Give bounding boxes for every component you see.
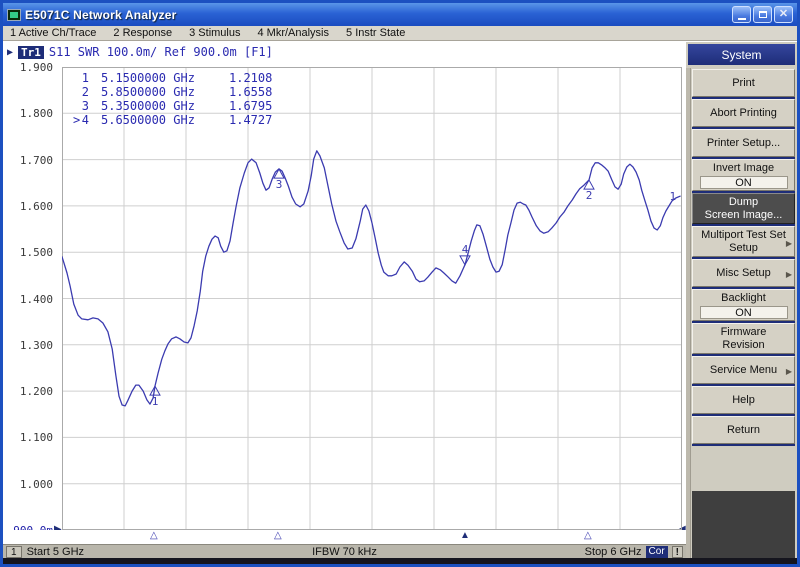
softkey-help[interactable]: Help — [692, 386, 795, 414]
marker-select-indicator — [73, 71, 81, 85]
restore-icon — [759, 11, 767, 18]
menu-instr-state[interactable]: 5 Instr State — [346, 27, 405, 39]
softkey-dump-screen-image[interactable]: Dump Screen Image... — [692, 193, 795, 224]
correction-badge: Cor — [646, 546, 668, 558]
ifbw-readout: IFBW 70 kHz — [3, 546, 686, 558]
marker-number-label: 3 — [276, 178, 283, 191]
submenu-arrow-icon: ▶ — [786, 365, 792, 378]
minimize-button[interactable] — [732, 6, 751, 23]
softkey-print[interactable]: Print — [692, 69, 795, 97]
active-trace-arrow-icon: ▶ — [7, 47, 13, 58]
window-title: E5071C Network Analyzer — [25, 8, 730, 22]
marker-row: >4 5.6500000 GHz 1.4727 — [73, 113, 272, 127]
softkey-abort-printing[interactable]: Abort Printing — [692, 99, 795, 127]
marker-value: 1.2108 — [229, 71, 272, 85]
y-axis-label: 1.200 — [3, 385, 53, 398]
softkey-misc-setup[interactable]: Misc Setup ▶ — [692, 259, 795, 287]
y-axis-label: 1.700 — [3, 154, 53, 167]
close-icon: ✕ — [779, 9, 788, 20]
marker-row: 1 5.1500000 GHz 1.2108 — [73, 71, 272, 85]
marker-frequency: 5.3500000 GHz — [101, 99, 217, 113]
y-axis-label: 1.400 — [3, 293, 53, 306]
instrument-screen: ▶ Tr1 S11 SWR 100.0m/ Ref 900.0m [F1] 1.… — [3, 42, 686, 558]
trace-badge[interactable]: Tr1 — [18, 46, 44, 59]
statusbar: 1 Start 5 GHz IFBW 70 kHz Stop 6 GHz Cor… — [3, 544, 686, 558]
marker-number-label: 1 — [152, 395, 159, 408]
marker-select-indicator — [73, 99, 81, 113]
softkey-value-box: ON — [700, 176, 788, 189]
marker-frequency: 5.8500000 GHz — [101, 85, 217, 99]
softkey-value-box: ON — [700, 306, 788, 319]
y-axis-label: 1.800 — [3, 107, 53, 120]
softkey-invert-image[interactable]: Invert Image ON — [692, 159, 795, 191]
marker-row: 2 5.8500000 GHz 1.6558 — [73, 85, 272, 99]
marker-number-label: 4 — [462, 243, 469, 256]
y-axis-label: 1.600 — [3, 200, 53, 213]
y-axis-label: 1.000 — [3, 478, 53, 491]
marker-value: 1.4727 — [229, 113, 272, 127]
marker-row: 3 5.3500000 GHz 1.6795 — [73, 99, 272, 113]
softkey-multiport-test-set-setup[interactable]: Multiport Test Set Setup ▶ — [692, 226, 795, 257]
y-axis-label: 1.900 — [3, 61, 53, 74]
softkey-list: Print Abort Printing Printer Setup... In… — [692, 69, 795, 446]
marker-select-indicator — [73, 85, 81, 99]
menu-stimulus[interactable]: 3 Stimulus — [189, 27, 240, 39]
marker-frequency: 5.6500000 GHz — [101, 113, 217, 127]
minimize-icon — [738, 18, 746, 20]
softkey-backlight[interactable]: Backlight ON — [692, 289, 795, 321]
trace-end-label: 1 — [670, 190, 677, 203]
marker-icon — [584, 180, 594, 189]
softkey-empty-area — [692, 491, 795, 564]
marker-readout-table: 1 5.1500000 GHz 1.2108 2 5.8500000 GHz 1.655… — [73, 71, 272, 127]
softkey-panel: System Print Abort Printing Printer Setu… — [686, 42, 797, 564]
marker-frequency: 5.1500000 GHz — [101, 71, 217, 85]
y-axis-label: 1.100 — [3, 431, 53, 444]
restore-button[interactable] — [753, 6, 772, 23]
trace-status-text: S11 SWR 100.0m/ Ref 900.0m [F1] — [49, 45, 273, 59]
marker-value: 1.6795 — [229, 99, 272, 113]
marker-number-label: 2 — [586, 189, 593, 202]
stop-frequency: Stop 6 GHz — [585, 546, 642, 558]
y-axis-label: 1.500 — [3, 246, 53, 259]
menu-mkr-analysis[interactable]: 4 Mkr/Analysis — [257, 27, 329, 39]
marker-tick-icon: △ — [150, 531, 158, 541]
softkey-return[interactable]: Return — [692, 416, 795, 444]
marker-number: 2 — [81, 85, 89, 99]
marker-number: 3 — [81, 99, 89, 113]
bottom-bezel — [3, 558, 797, 564]
marker-number: 4 — [81, 113, 89, 127]
swr-trace-plot: 12341 — [62, 67, 682, 530]
marker-number: 1 — [81, 71, 89, 85]
marker-value: 1.6558 — [229, 85, 272, 99]
app-window: E5071C Network Analyzer ✕ 1 Active Ch/Tr… — [0, 0, 800, 567]
active-marker-tick-icon: ▲ — [460, 531, 470, 541]
marker-select-indicator: > — [73, 113, 81, 127]
softkey-scroll-rail[interactable] — [686, 68, 691, 564]
close-button[interactable]: ✕ — [774, 6, 793, 23]
y-axis-label: 1.300 — [3, 339, 53, 352]
menu-active-ch-trace[interactable]: 1 Active Ch/Trace — [10, 27, 96, 39]
marker-tick-icon: △ — [274, 531, 282, 541]
menubar: 1 Active Ch/Trace 2 Response 3 Stimulus … — [3, 26, 797, 41]
channel-indicator: 1 — [6, 546, 22, 558]
softkey-menu-title: System — [688, 44, 795, 65]
menu-response[interactable]: 2 Response — [113, 27, 172, 39]
softkey-printer-setup[interactable]: Printer Setup... — [692, 129, 795, 157]
marker-tick-icon: △ — [584, 531, 592, 541]
softkey-firmware-revision[interactable]: Firmware Revision — [692, 323, 795, 354]
alert-indicator: ! — [672, 546, 683, 558]
x-axis-marker-strip: △ △ △ ▲ — [3, 530, 686, 544]
softkey-service-menu[interactable]: Service Menu ▶ — [692, 356, 795, 384]
submenu-arrow-icon: ▶ — [786, 237, 792, 250]
trace-status-line: ▶ Tr1 S11 SWR 100.0m/ Ref 900.0m [F1] — [3, 42, 686, 62]
app-icon — [7, 9, 21, 21]
submenu-arrow-icon: ▶ — [786, 268, 792, 281]
start-frequency: Start 5 GHz — [27, 546, 84, 558]
titlebar: E5071C Network Analyzer ✕ — [3, 3, 797, 26]
